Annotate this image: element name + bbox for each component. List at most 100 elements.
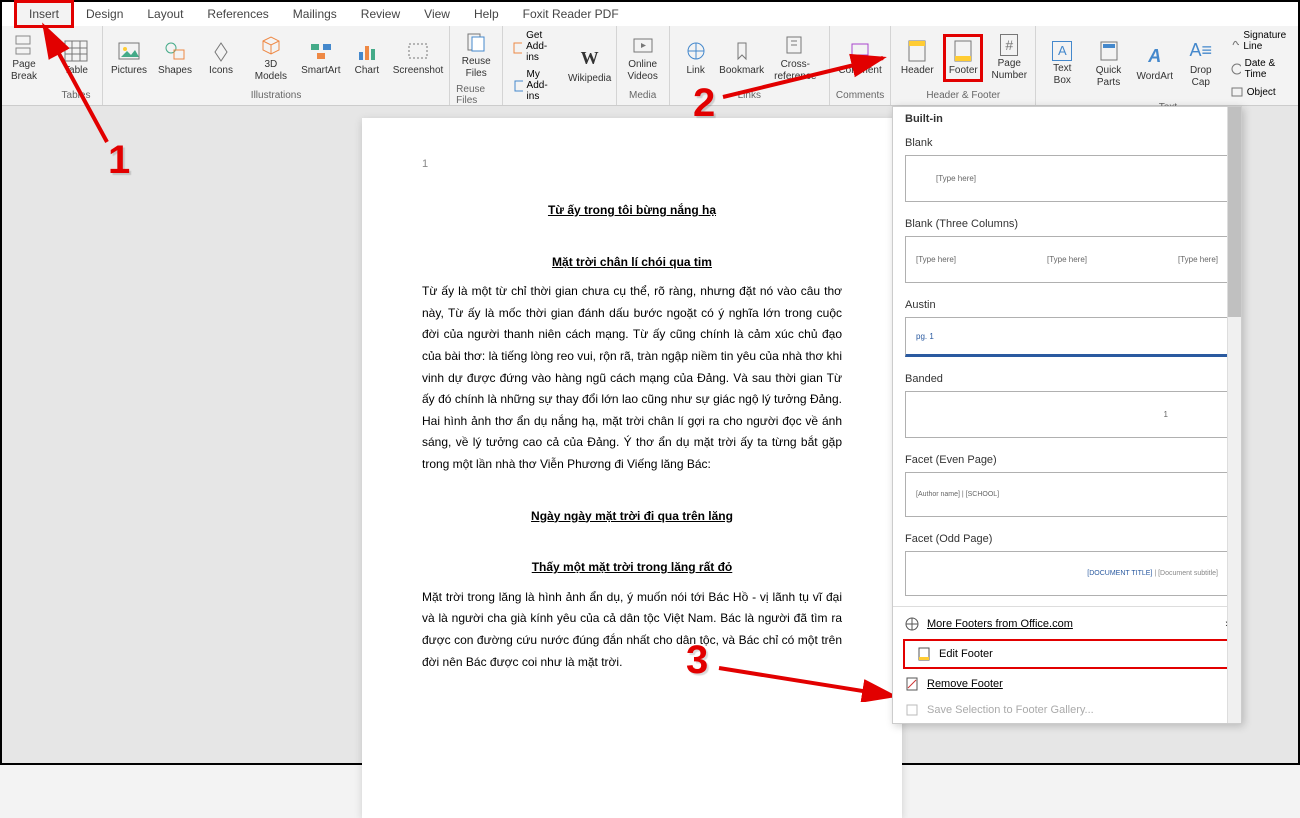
dd-austin-preview[interactable]: pg. 1 (905, 317, 1229, 357)
chart-button[interactable]: Chart (347, 37, 387, 79)
doc-title-3: Ngày ngày mặt trời đi qua trên lăng (422, 506, 842, 528)
dd-austin-label: Austin (893, 293, 1241, 317)
dropcap-icon: A≡ (1189, 39, 1213, 63)
object-button[interactable]: Object (1227, 84, 1294, 100)
icons-icon (209, 39, 233, 63)
dd-banded-preview[interactable]: 1 (905, 391, 1229, 438)
group-addins: Get Add-ins My Add-ins WWikipedia Add-in… (503, 26, 616, 105)
dropdown-scrollbar[interactable] (1227, 107, 1241, 723)
cube-icon (259, 33, 283, 57)
textbox-icon: A (1052, 41, 1072, 61)
comment-button[interactable]: Comment (836, 37, 883, 79)
page-break-icon (12, 33, 36, 57)
doc-title-4: Thấy một mặt trời trong lăng rất đỏ (422, 557, 842, 579)
textbox-button[interactable]: AText Box (1042, 39, 1082, 89)
headerfooter-group-label: Header & Footer (926, 88, 1000, 103)
clock-icon (1231, 63, 1241, 75)
my-addins-button[interactable]: My Add-ins (509, 67, 563, 104)
tab-view[interactable]: View (412, 3, 462, 25)
annotation-1: 1 (108, 138, 130, 183)
datetime-button[interactable]: Date & Time (1227, 56, 1294, 82)
tables-group-label: Tables (62, 88, 91, 103)
tab-design[interactable]: Design (74, 3, 135, 25)
wikipedia-button[interactable]: WWikipedia (570, 45, 610, 87)
pictures-button[interactable]: Pictures (109, 37, 149, 79)
tab-foxit[interactable]: Foxit Reader PDF (511, 3, 631, 25)
dd-blank-label: Blank (893, 131, 1241, 155)
group-comments: Comment Comments (830, 26, 891, 105)
page-number-button[interactable]: #Page Number (989, 32, 1029, 84)
scrollbar-thumb[interactable] (1228, 107, 1241, 317)
dd-facetodd-preview[interactable]: [DOCUMENT TITLE] | [Document subtitle] (905, 551, 1229, 596)
crossref-icon (783, 33, 807, 57)
footer-button[interactable]: Footer (943, 34, 983, 82)
illustrations-group-label: Illustrations (251, 88, 302, 103)
page-break-label: Page Break (6, 59, 42, 83)
save-gallery-icon (905, 703, 919, 717)
dd-faceteven-preview[interactable]: [Author name] | [SCHOOL] (905, 472, 1229, 517)
ribbon-tabs: Insert Design Layout References Mailings… (2, 2, 1298, 26)
footer-dropdown: Built-in Blank [Type here] Blank (Three … (892, 106, 1242, 724)
tab-references[interactable]: References (195, 3, 280, 25)
tab-review[interactable]: Review (349, 3, 412, 25)
wordart-button[interactable]: AWordArt (1135, 43, 1175, 85)
document-page[interactable]: 1 Từ ấy trong tôi bừng nắng hạ Mặt trời … (362, 118, 902, 818)
table-icon (64, 39, 88, 63)
table-button[interactable]: Table (56, 37, 96, 79)
wikipedia-icon: W (578, 47, 602, 71)
object-icon (1231, 86, 1243, 98)
icons-button[interactable]: Icons (201, 37, 241, 79)
doc-title-2: Mặt trời chân lí chói qua tim (422, 252, 842, 274)
store-icon (513, 40, 522, 54)
links-group-label: Links (738, 88, 761, 103)
page-break-button[interactable]: Page Break (4, 31, 44, 85)
page-number: 1 (422, 158, 842, 170)
signature-line-button[interactable]: Signature Line (1227, 28, 1294, 54)
dd-more-footers[interactable]: More Footers from Office.com› (893, 611, 1241, 637)
quickparts-button[interactable]: Quick Parts (1088, 37, 1129, 91)
tab-help[interactable]: Help (462, 3, 511, 25)
shapes-button[interactable]: Shapes (155, 37, 195, 79)
reuse-files-button[interactable]: Reuse Files (456, 28, 496, 82)
tab-layout[interactable]: Layout (135, 3, 195, 25)
addins-icon (513, 79, 522, 93)
header-icon (905, 39, 929, 63)
get-addins-button[interactable]: Get Add-ins (509, 28, 563, 65)
dd-blank3-preview[interactable]: [Type here][Type here][Type here] (905, 236, 1229, 283)
video-icon (631, 33, 655, 57)
doc-title-1: Từ ấy trong tôi bừng nắng hạ (422, 200, 842, 222)
pagenum-icon: # (1000, 34, 1018, 56)
dd-save-selection: Save Selection to Footer Gallery... (893, 697, 1241, 723)
3dmodels-button[interactable]: 3D Models (247, 31, 295, 85)
dd-edit-footer[interactable]: Edit Footer (903, 639, 1231, 669)
doc-paragraph-1: Từ ấy là một từ chỉ thời gian chưa cụ th… (422, 281, 842, 475)
dd-blank-preview[interactable]: [Type here] (905, 155, 1229, 202)
group-text: AText Box Quick Parts AWordArt A≡Drop Ca… (1036, 26, 1300, 105)
dd-facetodd-label: Facet (Odd Page) (893, 527, 1241, 551)
dd-remove-footer[interactable]: Remove Footer (893, 671, 1241, 697)
table-label: Table (64, 65, 88, 77)
wordart-icon: A (1143, 45, 1167, 69)
chart-icon (355, 39, 379, 63)
reuse-group-label: Reuse Files (456, 82, 496, 108)
annotation-2: 2 (693, 81, 715, 126)
shapes-icon (163, 39, 187, 63)
link-button[interactable]: Link (676, 37, 716, 79)
smartart-button[interactable]: SmartArt (301, 37, 341, 79)
bookmark-icon (730, 39, 754, 63)
screenshot-button[interactable]: Screenshot (393, 37, 443, 79)
tab-mailings[interactable]: Mailings (281, 3, 349, 25)
remove-footer-icon (905, 677, 919, 691)
dd-builtin-header: Built-in (893, 107, 1241, 131)
online-videos-button[interactable]: Online Videos (623, 31, 663, 85)
tab-insert[interactable]: Insert (14, 0, 74, 28)
comment-icon (848, 39, 872, 63)
group-reuse: Reuse Files Reuse Files (450, 26, 503, 105)
dropcap-button[interactable]: A≡Drop Cap (1181, 37, 1221, 91)
signature-icon (1231, 35, 1240, 47)
header-button[interactable]: Header (897, 37, 937, 79)
bookmark-button[interactable]: Bookmark (722, 37, 762, 79)
media-group-label: Media (629, 88, 656, 103)
crossref-button[interactable]: Cross-reference (768, 31, 823, 85)
group-tables: Table Tables (50, 26, 103, 105)
